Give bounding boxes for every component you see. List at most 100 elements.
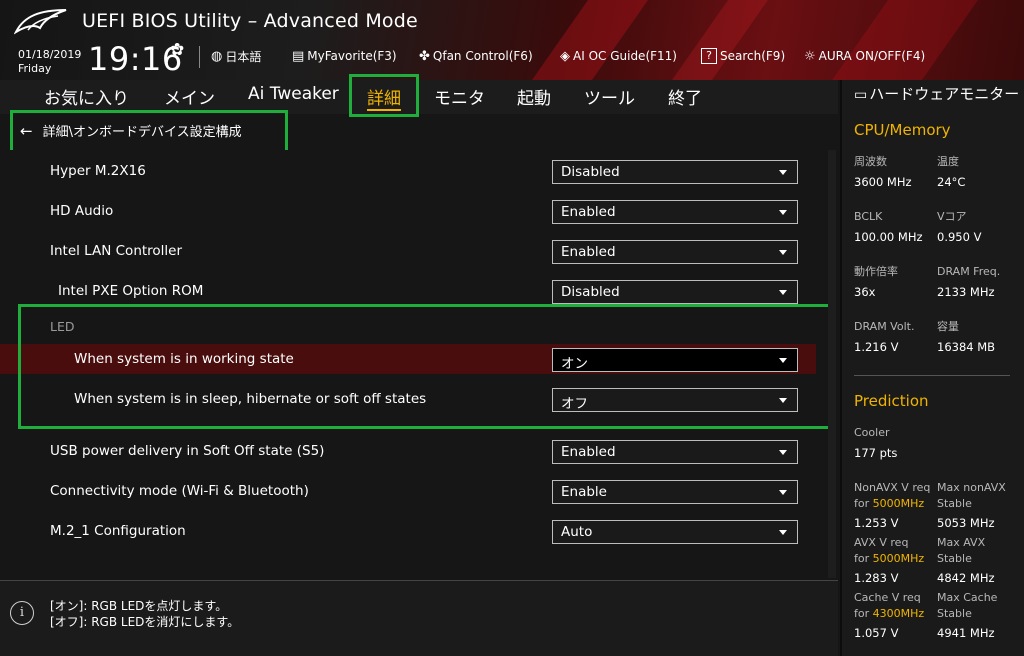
setting-row-usb-power[interactable]: USB power delivery in Soft Off state (S5…	[0, 436, 838, 466]
scrollbar[interactable]	[828, 150, 836, 578]
setting-label: USB power delivery in Soft Off state (S5…	[50, 443, 325, 459]
freq-label: 周波数	[854, 155, 887, 168]
dram-volt-label: DRAM Volt.	[854, 320, 915, 333]
cache-req-value: 1.057 V	[854, 626, 899, 640]
dram-freq-label: DRAM Freq.	[937, 265, 1001, 278]
cache-freq: 4300MHz	[872, 607, 925, 620]
setting-row-connectivity[interactable]: Connectivity mode (Wi-Fi & Bluetooth) En…	[0, 476, 838, 506]
dropdown-value: Disabled	[561, 164, 620, 180]
setting-label: When system is in working state	[74, 351, 294, 367]
led-sleep-dropdown[interactable]: オフ	[552, 388, 798, 412]
search-button[interactable]: ? Search(F9)	[701, 46, 785, 66]
aura-button[interactable]: ☼ AURA ON/OFF(F4)	[804, 46, 925, 66]
gear-icon[interactable]: ✿	[170, 40, 184, 60]
led-working-dropdown[interactable]: オン	[552, 348, 798, 372]
max-avx-stable: Stable	[937, 552, 972, 565]
max-cache-value: 4941 MHz	[937, 626, 995, 640]
setting-label: M.2_1 Configuration	[50, 523, 186, 539]
intel-pxe-dropdown[interactable]: Disabled	[552, 280, 798, 304]
temp-value: 24°C	[937, 175, 966, 189]
nonavx-req-text: NonAVX V req	[854, 481, 931, 494]
myfavorite-label: MyFavorite(F3)	[307, 49, 397, 63]
avx-req-label: AVX V req for 5000MHz	[854, 535, 924, 567]
search-label: Search(F9)	[720, 49, 786, 63]
avx-for-text: for	[854, 552, 873, 565]
main-menu: お気に入り メイン Ai Tweaker 詳細 モニタ 起動 ツール 終了	[0, 80, 838, 114]
help-line: [オフ]: RGB LEDを消灯にします。	[50, 615, 240, 629]
setting-row-m2-config[interactable]: M.2_1 Configuration Auto	[0, 516, 838, 546]
max-avx-text: Max AVX	[937, 536, 986, 549]
vcore-value: 0.950 V	[937, 230, 982, 244]
dropdown-value: Enable	[561, 484, 607, 500]
chevron-down-icon	[779, 530, 787, 535]
chevron-down-icon	[779, 250, 787, 255]
rog-logo-icon	[14, 9, 67, 35]
avx-freq: 5000MHz	[872, 552, 925, 565]
tab-exit[interactable]: 終了	[668, 84, 702, 109]
language-button[interactable]: ◍ 日本語	[211, 46, 261, 66]
chevron-down-icon	[779, 490, 787, 495]
avx-req-text: AVX V req	[854, 536, 909, 549]
language-label: 日本語	[225, 49, 262, 64]
qfan-control-button[interactable]: ✤ Qfan Control(F6)	[419, 46, 533, 66]
m2-config-dropdown[interactable]: Auto	[552, 520, 798, 544]
monitor-icon: ▭	[854, 87, 868, 103]
avx-req-value: 1.283 V	[854, 571, 899, 585]
max-cache-label: Max Cache Stable	[937, 590, 997, 622]
setting-row-hyper-m2[interactable]: Hyper M.2X16 Disabled	[0, 156, 838, 186]
max-cache-stable: Stable	[937, 607, 972, 620]
setting-row-intel-pxe[interactable]: Intel PXE Option ROM Disabled	[0, 276, 838, 306]
hardware-monitor-panel: ▭ ハードウェアモニター CPU/Memory 周波数 3600 MHz 温度 2…	[840, 80, 1024, 656]
breadcrumb[interactable]: ← 詳細\オンボードデバイス設定構成	[20, 121, 242, 141]
setting-label: When system is in sleep, hibernate or so…	[74, 391, 427, 407]
tab-main[interactable]: メイン	[164, 84, 215, 109]
bclk-value: 100.00 MHz	[854, 230, 923, 244]
tab-ai-tweaker[interactable]: Ai Tweaker	[248, 84, 339, 104]
tab-favorites[interactable]: お気に入り	[44, 84, 129, 109]
myfavorite-button[interactable]: ▤ MyFavorite(F3)	[292, 46, 397, 66]
info-icon: i	[10, 601, 34, 625]
cooler-label: Cooler	[854, 426, 890, 439]
app-title: UEFI BIOS Utility – Advanced Mode	[82, 10, 418, 32]
chevron-down-icon	[779, 170, 787, 175]
chevron-down-icon	[779, 290, 787, 295]
back-arrow-icon[interactable]: ←	[20, 122, 33, 140]
setting-row-led-sleep[interactable]: When system is in sleep, hibernate or so…	[0, 384, 838, 414]
setting-label: Intel LAN Controller	[50, 243, 183, 259]
ratio-label: 動作倍率	[854, 265, 898, 278]
hyper-m2-dropdown[interactable]: Disabled	[552, 160, 798, 184]
ratio-value: 36x	[854, 285, 876, 299]
header-decoration	[671, 0, 769, 80]
max-nonavx-label: Max nonAVX Stable	[937, 480, 1006, 512]
capacity-label: 容量	[937, 320, 959, 333]
max-avx-label: Max AVX Stable	[937, 535, 985, 567]
vcore-label: Vコア	[937, 210, 967, 223]
setting-row-intel-lan[interactable]: Intel LAN Controller Enabled	[0, 236, 838, 266]
dram-volt-value: 1.216 V	[854, 340, 899, 354]
ai-oc-guide-button[interactable]: ◈ AI OC Guide(F11)	[560, 46, 677, 66]
tab-monitor[interactable]: モニタ	[434, 84, 485, 109]
setting-row-led-working[interactable]: When system is in working state オン	[0, 344, 816, 374]
dropdown-value: オフ	[561, 396, 588, 412]
tab-advanced[interactable]: 詳細	[367, 84, 401, 111]
usb-power-dropdown[interactable]: Enabled	[552, 440, 798, 464]
intel-lan-dropdown[interactable]: Enabled	[552, 240, 798, 264]
connectivity-dropdown[interactable]: Enable	[552, 480, 798, 504]
tab-boot[interactable]: 起動	[517, 84, 551, 109]
hd-audio-dropdown[interactable]: Enabled	[552, 200, 798, 224]
nonavx-req-value: 1.253 V	[854, 516, 899, 530]
cache-for-text: for	[854, 607, 873, 620]
cache-req-label: Cache V req for 4300MHz	[854, 590, 924, 622]
monitor-divider	[854, 375, 1010, 376]
tab-tool[interactable]: ツール	[584, 84, 635, 109]
bios-window: UEFI BIOS Utility – Advanced Mode 01/18/…	[0, 0, 1024, 656]
search-icon: ?	[701, 48, 717, 64]
setting-row-hd-audio[interactable]: HD Audio Enabled	[0, 196, 838, 226]
dropdown-value: Enabled	[561, 244, 616, 260]
chevron-down-icon	[779, 210, 787, 215]
day-label: Friday	[18, 62, 52, 75]
aura-label: AURA ON/OFF(F4)	[818, 49, 926, 63]
max-nonavx-value: 5053 MHz	[937, 516, 995, 530]
header-bar: UEFI BIOS Utility – Advanced Mode 01/18/…	[0, 0, 1024, 80]
setting-label: Hyper M.2X16	[50, 163, 146, 179]
